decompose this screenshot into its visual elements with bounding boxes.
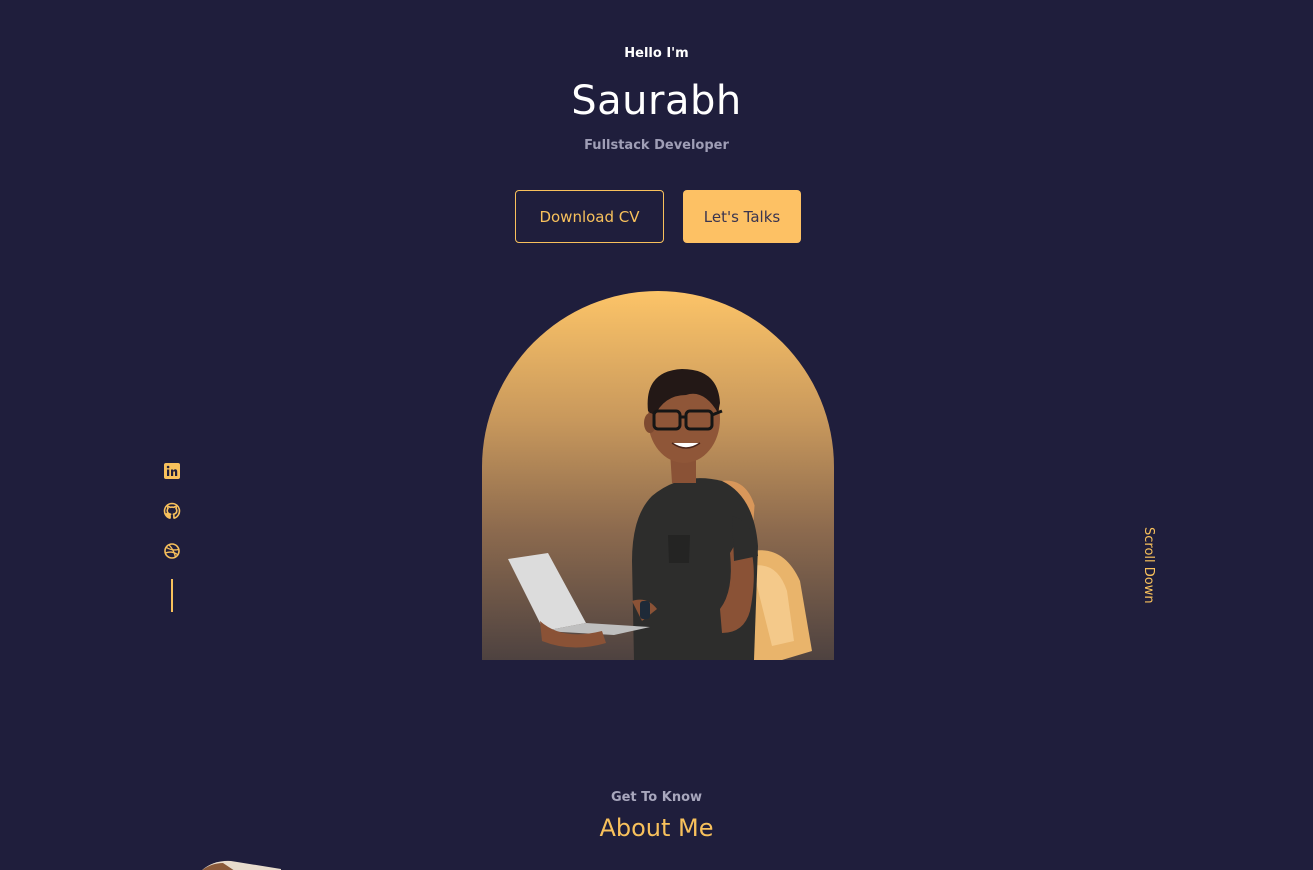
hero-greeting: Hello I'm: [624, 46, 689, 61]
social-divider-line: [171, 579, 173, 612]
hero-name: Saurabh: [571, 78, 742, 124]
hero-role: Fullstack Developer: [584, 138, 729, 153]
hero-avatar-image: [482, 291, 834, 660]
github-icon[interactable]: [163, 502, 181, 520]
avatar-illustration: [508, 369, 812, 660]
scroll-down-link[interactable]: Scroll Down: [1140, 527, 1156, 609]
portfolio-page: Hello I'm Saurabh Fullstack Developer Do…: [0, 0, 1313, 870]
about-subtitle: Get To Know: [610, 790, 703, 805]
linkedin-icon[interactable]: [163, 462, 181, 480]
lets-talk-button[interactable]: Let's Talks: [683, 190, 801, 243]
about-title: About Me: [599, 814, 714, 842]
social-links: [163, 462, 181, 612]
about-image-peek: [195, 856, 285, 870]
dribbble-icon[interactable]: [163, 542, 181, 560]
download-cv-button[interactable]: Download CV: [515, 190, 664, 243]
